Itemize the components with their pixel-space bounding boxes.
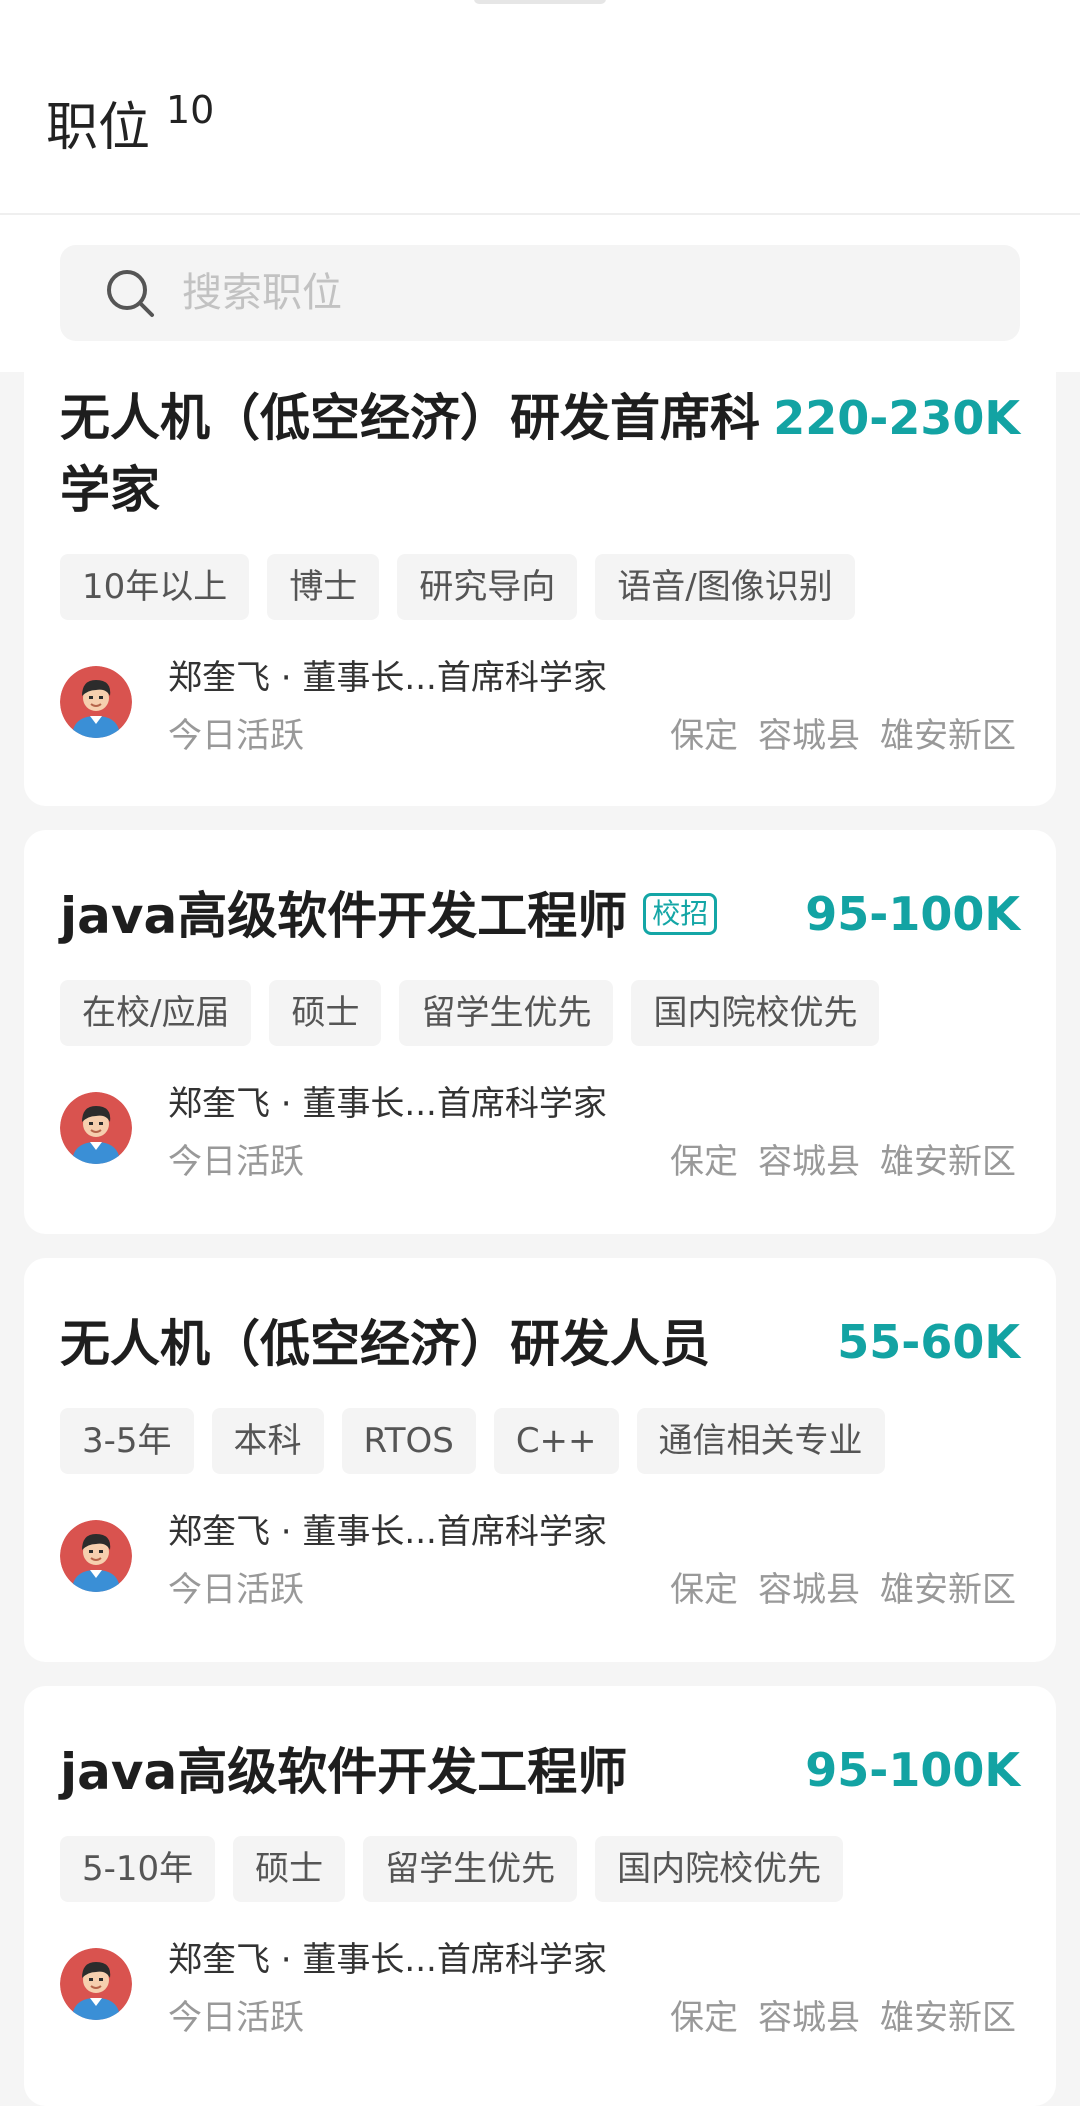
job-tag: 国内院校优先 (595, 1836, 844, 1902)
search-bar[interactable] (60, 245, 1020, 341)
job-tag: 国内院校优先 (631, 980, 880, 1046)
job-title: java高级软件开发工程师 校招 (60, 880, 780, 952)
job-tag: C++ (493, 1408, 619, 1474)
job-tag: 博士 (267, 554, 380, 620)
job-card[interactable]: java高级软件开发工程师 校招 95-100K 在校/应届 硕士 留学生优先 国… (24, 830, 1056, 1234)
location-district: 雄安新区 (880, 1142, 1016, 1182)
avatar (60, 1092, 132, 1164)
job-tag: 5-10年 (60, 1836, 216, 1902)
active-status: 今日活跃 (168, 716, 304, 756)
divider (0, 213, 1080, 215)
job-tags: 5-10年 硕士 留学生优先 国内院校优先 (60, 1836, 844, 1902)
drag-handle[interactable] (474, 0, 606, 4)
location-city: 保定 (670, 1142, 738, 1182)
job-salary: 95-100K (805, 1743, 1020, 1797)
avatar (60, 1948, 132, 2020)
campus-recruit-badge: 校招 (643, 892, 718, 935)
job-tag: RTOS (341, 1408, 476, 1474)
job-salary: 220-230K (773, 391, 1020, 445)
location-county: 容城县 (758, 716, 860, 756)
job-location: 保定 容城县 雄安新区 (670, 1140, 1016, 1184)
job-card[interactable]: 无人机（低空经济）研发首席科学家 220-230K 10年以上 博士 研究导向 … (24, 312, 1056, 806)
location-district: 雄安新区 (880, 716, 1016, 756)
job-tag: 本科 (211, 1408, 324, 1474)
page-title: 职位 (46, 98, 151, 158)
recruiter-info: 郑奎飞 · 董事长...首席科学家 (168, 1512, 607, 1552)
job-tags: 在校/应届 硕士 留学生优先 国内院校优先 (60, 980, 880, 1046)
job-tag: 语音/图像识别 (595, 554, 855, 620)
job-tags: 10年以上 博士 研究导向 语音/图像识别 (60, 554, 855, 620)
recruiter-info: 郑奎飞 · 董事长...首席科学家 (168, 1940, 607, 1980)
job-tags: 3-5年 本科 RTOS C++ 通信相关专业 (60, 1408, 885, 1474)
location-county: 容城县 (758, 1142, 860, 1182)
active-status: 今日活跃 (168, 1570, 304, 1610)
location-district: 雄安新区 (880, 1998, 1016, 2038)
job-count: 10 (166, 88, 215, 132)
search-icon (104, 267, 156, 319)
job-tag: 10年以上 (60, 554, 250, 620)
job-title: java高级软件开发工程师 (60, 1743, 628, 1801)
location-county: 容城县 (758, 1998, 860, 2038)
recruiter-info: 郑奎飞 · 董事长...首席科学家 (168, 658, 607, 698)
job-title: 无人机（低空经济）研发首席科学家 (60, 389, 760, 519)
job-tag: 硕士 (233, 1836, 346, 1902)
job-tag: 留学生优先 (399, 980, 614, 1046)
active-status: 今日活跃 (168, 1998, 304, 2038)
job-title: 无人机（低空经济）研发人员 (60, 1315, 710, 1373)
sheet-header: 职位 10 (0, 0, 1080, 372)
avatar (60, 1520, 132, 1592)
location-county: 容城县 (758, 1570, 860, 1610)
location-city: 保定 (670, 1998, 738, 2038)
job-tag: 研究导向 (397, 554, 578, 620)
avatar (60, 666, 132, 738)
job-card[interactable]: 无人机（低空经济）研发人员 55-60K 3-5年 本科 RTOS C++ 通信… (24, 1258, 1056, 1662)
job-tag: 3-5年 (60, 1408, 194, 1474)
job-location: 保定 容城县 雄安新区 (670, 1568, 1016, 1612)
location-city: 保定 (670, 1570, 738, 1610)
job-card[interactable]: java高级软件开发工程师 95-100K 5-10年 硕士 留学生优先 国内院… (24, 1686, 1056, 2106)
job-location: 保定 容城县 雄安新区 (670, 714, 1016, 758)
job-tag: 通信相关专业 (636, 1408, 885, 1474)
job-salary: 55-60K (837, 1315, 1020, 1369)
location-district: 雄安新区 (880, 1570, 1016, 1610)
location-city: 保定 (670, 716, 738, 756)
job-salary: 95-100K (805, 887, 1020, 941)
job-tag: 留学生优先 (363, 1836, 578, 1902)
search-input[interactable] (182, 263, 982, 323)
job-location: 保定 容城县 雄安新区 (670, 1996, 1016, 2040)
recruiter-info: 郑奎飞 · 董事长...首席科学家 (168, 1084, 607, 1124)
job-tag: 在校/应届 (60, 980, 252, 1046)
job-tag: 硕士 (269, 980, 382, 1046)
active-status: 今日活跃 (168, 1142, 304, 1182)
